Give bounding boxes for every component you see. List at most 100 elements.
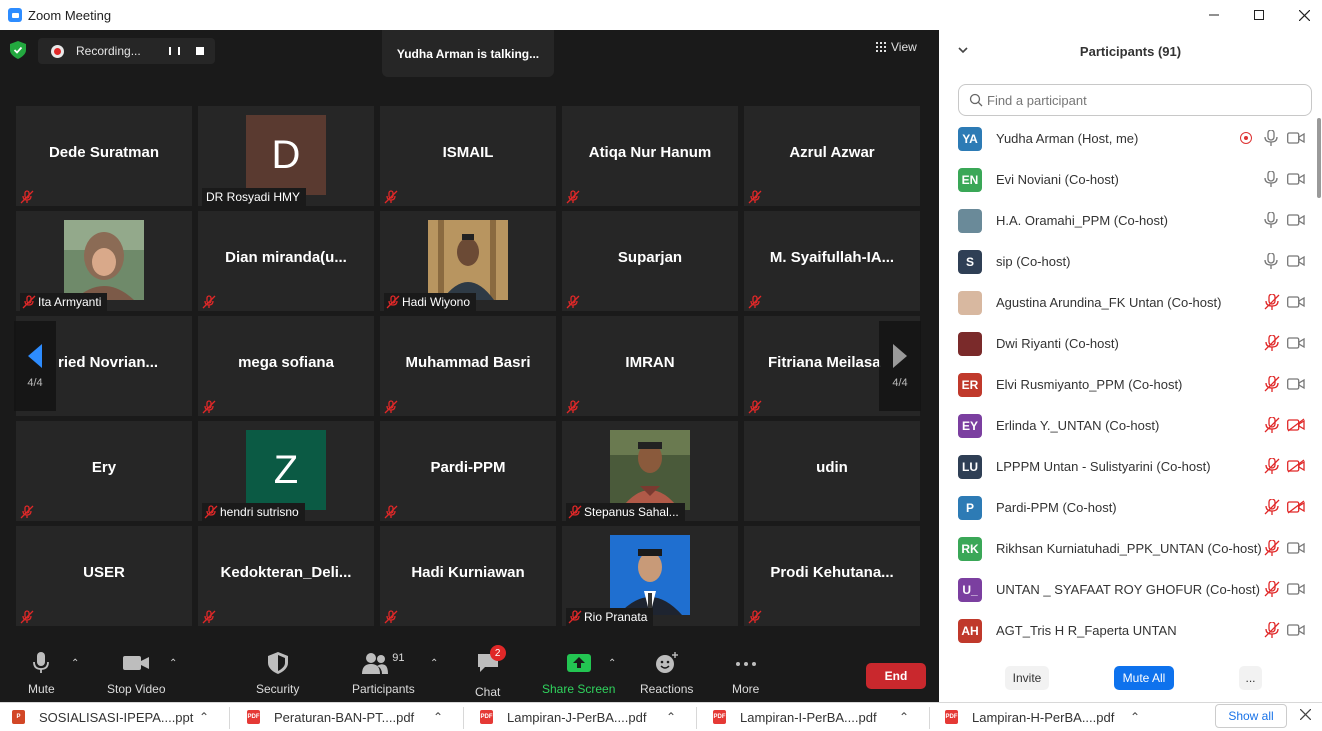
participant-mic-toggle[interactable] bbox=[1264, 170, 1278, 192]
video-tile[interactable]: Stepanus Sahal... bbox=[562, 421, 738, 521]
muted-mic-icon bbox=[1264, 580, 1280, 597]
video-tile[interactable]: D DR Rosyadi HMY bbox=[198, 106, 374, 206]
download-item[interactable]: PDF Lampiran-H-PerBA....pdf bbox=[945, 703, 1114, 731]
encryption-shield-icon[interactable] bbox=[10, 41, 26, 59]
video-tile[interactable]: udin bbox=[744, 421, 920, 521]
participant-video-status bbox=[1287, 418, 1305, 437]
participant-row[interactable]: H.A. Oramahi_PPM (Co-host) bbox=[939, 200, 1322, 241]
download-item[interactable]: PDF Lampiran-I-PerBA....pdf bbox=[713, 703, 877, 731]
video-tile[interactable]: Ita Armyanti bbox=[16, 211, 192, 311]
video-tile[interactable]: Dian miranda(u... bbox=[198, 211, 374, 311]
participant-search[interactable] bbox=[958, 84, 1312, 116]
video-tile[interactable]: USER bbox=[16, 526, 192, 626]
next-page-button[interactable]: 4/4 bbox=[879, 321, 921, 411]
more-button[interactable]: More bbox=[732, 652, 759, 696]
video-tile[interactable]: Pardi-PPM bbox=[380, 421, 556, 521]
participant-row[interactable]: U_ UNTAN _ SYAFAAT ROY GHOFUR (Co-host) bbox=[939, 569, 1322, 610]
mute-options-caret-icon[interactable]: ⌃ bbox=[71, 658, 79, 669]
participant-list-scrollbar[interactable] bbox=[1317, 118, 1321, 198]
participant-row[interactable]: YA Yudha Arman (Host, me) bbox=[939, 118, 1322, 159]
muted-mic-icon bbox=[202, 610, 216, 624]
close-download-bar-button[interactable] bbox=[1299, 707, 1312, 724]
participant-mic-toggle[interactable] bbox=[1264, 580, 1280, 602]
video-tile[interactable]: IMRAN bbox=[562, 316, 738, 416]
participant-row[interactable]: RK Rikhsan Kurniatuhadi_PPK_UNTAN (Co-hos… bbox=[939, 528, 1322, 569]
participants-options-caret-icon[interactable]: ⌃ bbox=[430, 658, 438, 669]
muted-mic-icon bbox=[204, 505, 218, 519]
participant-mic-toggle[interactable] bbox=[1264, 129, 1278, 151]
participant-row[interactable]: EY Erlinda Y._UNTAN (Co-host) bbox=[939, 405, 1322, 446]
download-options-button[interactable]: ⌃ bbox=[433, 703, 443, 731]
maximize-button[interactable] bbox=[1236, 0, 1282, 30]
video-tile[interactable]: Z hendri sutrisno bbox=[198, 421, 374, 521]
stop-recording-button[interactable] bbox=[190, 41, 210, 61]
participant-mic-toggle[interactable] bbox=[1264, 252, 1278, 274]
reactions-button[interactable]: Reactions bbox=[640, 652, 693, 696]
download-options-button[interactable]: ⌃ bbox=[1130, 703, 1140, 731]
video-tile[interactable]: ISMAIL bbox=[380, 106, 556, 206]
participant-mic-toggle[interactable] bbox=[1264, 416, 1280, 438]
participant-row[interactable]: EN Evi Noviani (Co-host) bbox=[939, 159, 1322, 200]
download-options-button[interactable]: ⌃ bbox=[666, 703, 676, 731]
video-tile[interactable]: M. Syaifullah-IA... bbox=[744, 211, 920, 311]
participant-row[interactable]: LU LPPPM Untan - Sulistyarini (Co-host) bbox=[939, 446, 1322, 487]
video-tile[interactable]: Dede Suratman bbox=[16, 106, 192, 206]
mute-all-button[interactable]: Mute All bbox=[1114, 666, 1174, 690]
participant-mic-toggle[interactable] bbox=[1264, 293, 1280, 315]
participant-name: M. Syaifullah-IA... bbox=[769, 249, 895, 266]
show-all-downloads-button[interactable]: Show all bbox=[1215, 704, 1287, 728]
video-tile[interactable]: Muhammad Basri bbox=[380, 316, 556, 416]
participant-row[interactable]: P Pardi-PPM (Co-host) bbox=[939, 487, 1322, 528]
stop-video-button[interactable]: Stop Video bbox=[107, 652, 166, 696]
participant-row[interactable]: AH AGT_Tris H R_Faperta UNTAN bbox=[939, 610, 1322, 648]
download-item[interactable]: P SOSIALISASI-IPEPA....ppt bbox=[12, 703, 193, 731]
participant-mic-toggle[interactable] bbox=[1264, 498, 1280, 520]
security-shield-icon bbox=[267, 652, 288, 674]
pause-recording-button[interactable] bbox=[164, 41, 184, 61]
participant-mic-toggle[interactable] bbox=[1264, 375, 1280, 397]
previous-page-button[interactable]: 4/4 bbox=[14, 321, 56, 411]
invite-button[interactable]: Invite bbox=[1005, 666, 1049, 690]
participants-button[interactable]: 91 Participants bbox=[352, 652, 415, 696]
participant-name-label: hendri sutrisno bbox=[202, 503, 305, 521]
download-item[interactable]: PDF Lampiran-J-PerBA....pdf bbox=[480, 703, 646, 731]
pdf-file-icon: PDF bbox=[480, 710, 493, 724]
video-tile[interactable]: Suparjan bbox=[562, 211, 738, 311]
download-item[interactable]: PDF Peraturan-BAN-PT....pdf bbox=[247, 703, 414, 731]
video-options-caret-icon[interactable]: ⌃ bbox=[169, 658, 177, 669]
view-button[interactable]: View bbox=[876, 40, 917, 54]
share-screen-button[interactable]: Share Screen bbox=[542, 652, 615, 696]
download-options-button[interactable]: ⌃ bbox=[899, 703, 909, 731]
participant-mic-toggle[interactable] bbox=[1264, 334, 1280, 356]
share-options-caret-icon[interactable]: ⌃ bbox=[608, 658, 616, 669]
video-tile[interactable]: mega sofiana bbox=[198, 316, 374, 416]
participant-row[interactable]: Agustina Arundina_FK Untan (Co-host) bbox=[939, 282, 1322, 323]
video-off-icon bbox=[1287, 459, 1305, 473]
video-tile[interactable]: Kedokteran_Deli... bbox=[198, 526, 374, 626]
close-window-button[interactable] bbox=[1281, 0, 1322, 30]
video-tile[interactable]: Hadi Wiyono bbox=[380, 211, 556, 311]
video-tile[interactable]: Prodi Kehutana... bbox=[744, 526, 920, 626]
search-input[interactable] bbox=[987, 92, 1287, 108]
download-filename: Lampiran-I-PerBA....pdf bbox=[740, 709, 877, 725]
video-tile[interactable]: Hadi Kurniawan bbox=[380, 526, 556, 626]
title-bar: Zoom Meeting bbox=[0, 0, 1322, 30]
end-meeting-button[interactable]: End bbox=[866, 663, 926, 689]
mute-button[interactable]: Mute bbox=[28, 652, 55, 696]
participant-row[interactable]: Dwi Riyanti (Co-host) bbox=[939, 323, 1322, 364]
chat-button[interactable]: 2 Chat bbox=[475, 645, 506, 699]
participant-mic-toggle[interactable] bbox=[1264, 211, 1278, 233]
video-tile[interactable]: Ery bbox=[16, 421, 192, 521]
download-options-button[interactable]: ⌃ bbox=[199, 703, 209, 731]
participant-mic-toggle[interactable] bbox=[1264, 539, 1280, 561]
panel-more-button[interactable]: ... bbox=[1239, 666, 1262, 690]
participant-row[interactable]: ER Elvi Rusmiyanto_PPM (Co-host) bbox=[939, 364, 1322, 405]
minimize-button[interactable] bbox=[1191, 0, 1237, 30]
participant-mic-toggle[interactable] bbox=[1264, 457, 1280, 479]
video-tile[interactable]: Atiqa Nur Hanum bbox=[562, 106, 738, 206]
video-tile[interactable]: Rio Pranata bbox=[562, 526, 738, 626]
video-tile[interactable]: Azrul Azwar bbox=[744, 106, 920, 206]
participant-row[interactable]: Ssip (Co-host) bbox=[939, 241, 1322, 282]
participant-mic-toggle[interactable] bbox=[1264, 621, 1280, 643]
security-button[interactable]: Security bbox=[256, 652, 299, 696]
